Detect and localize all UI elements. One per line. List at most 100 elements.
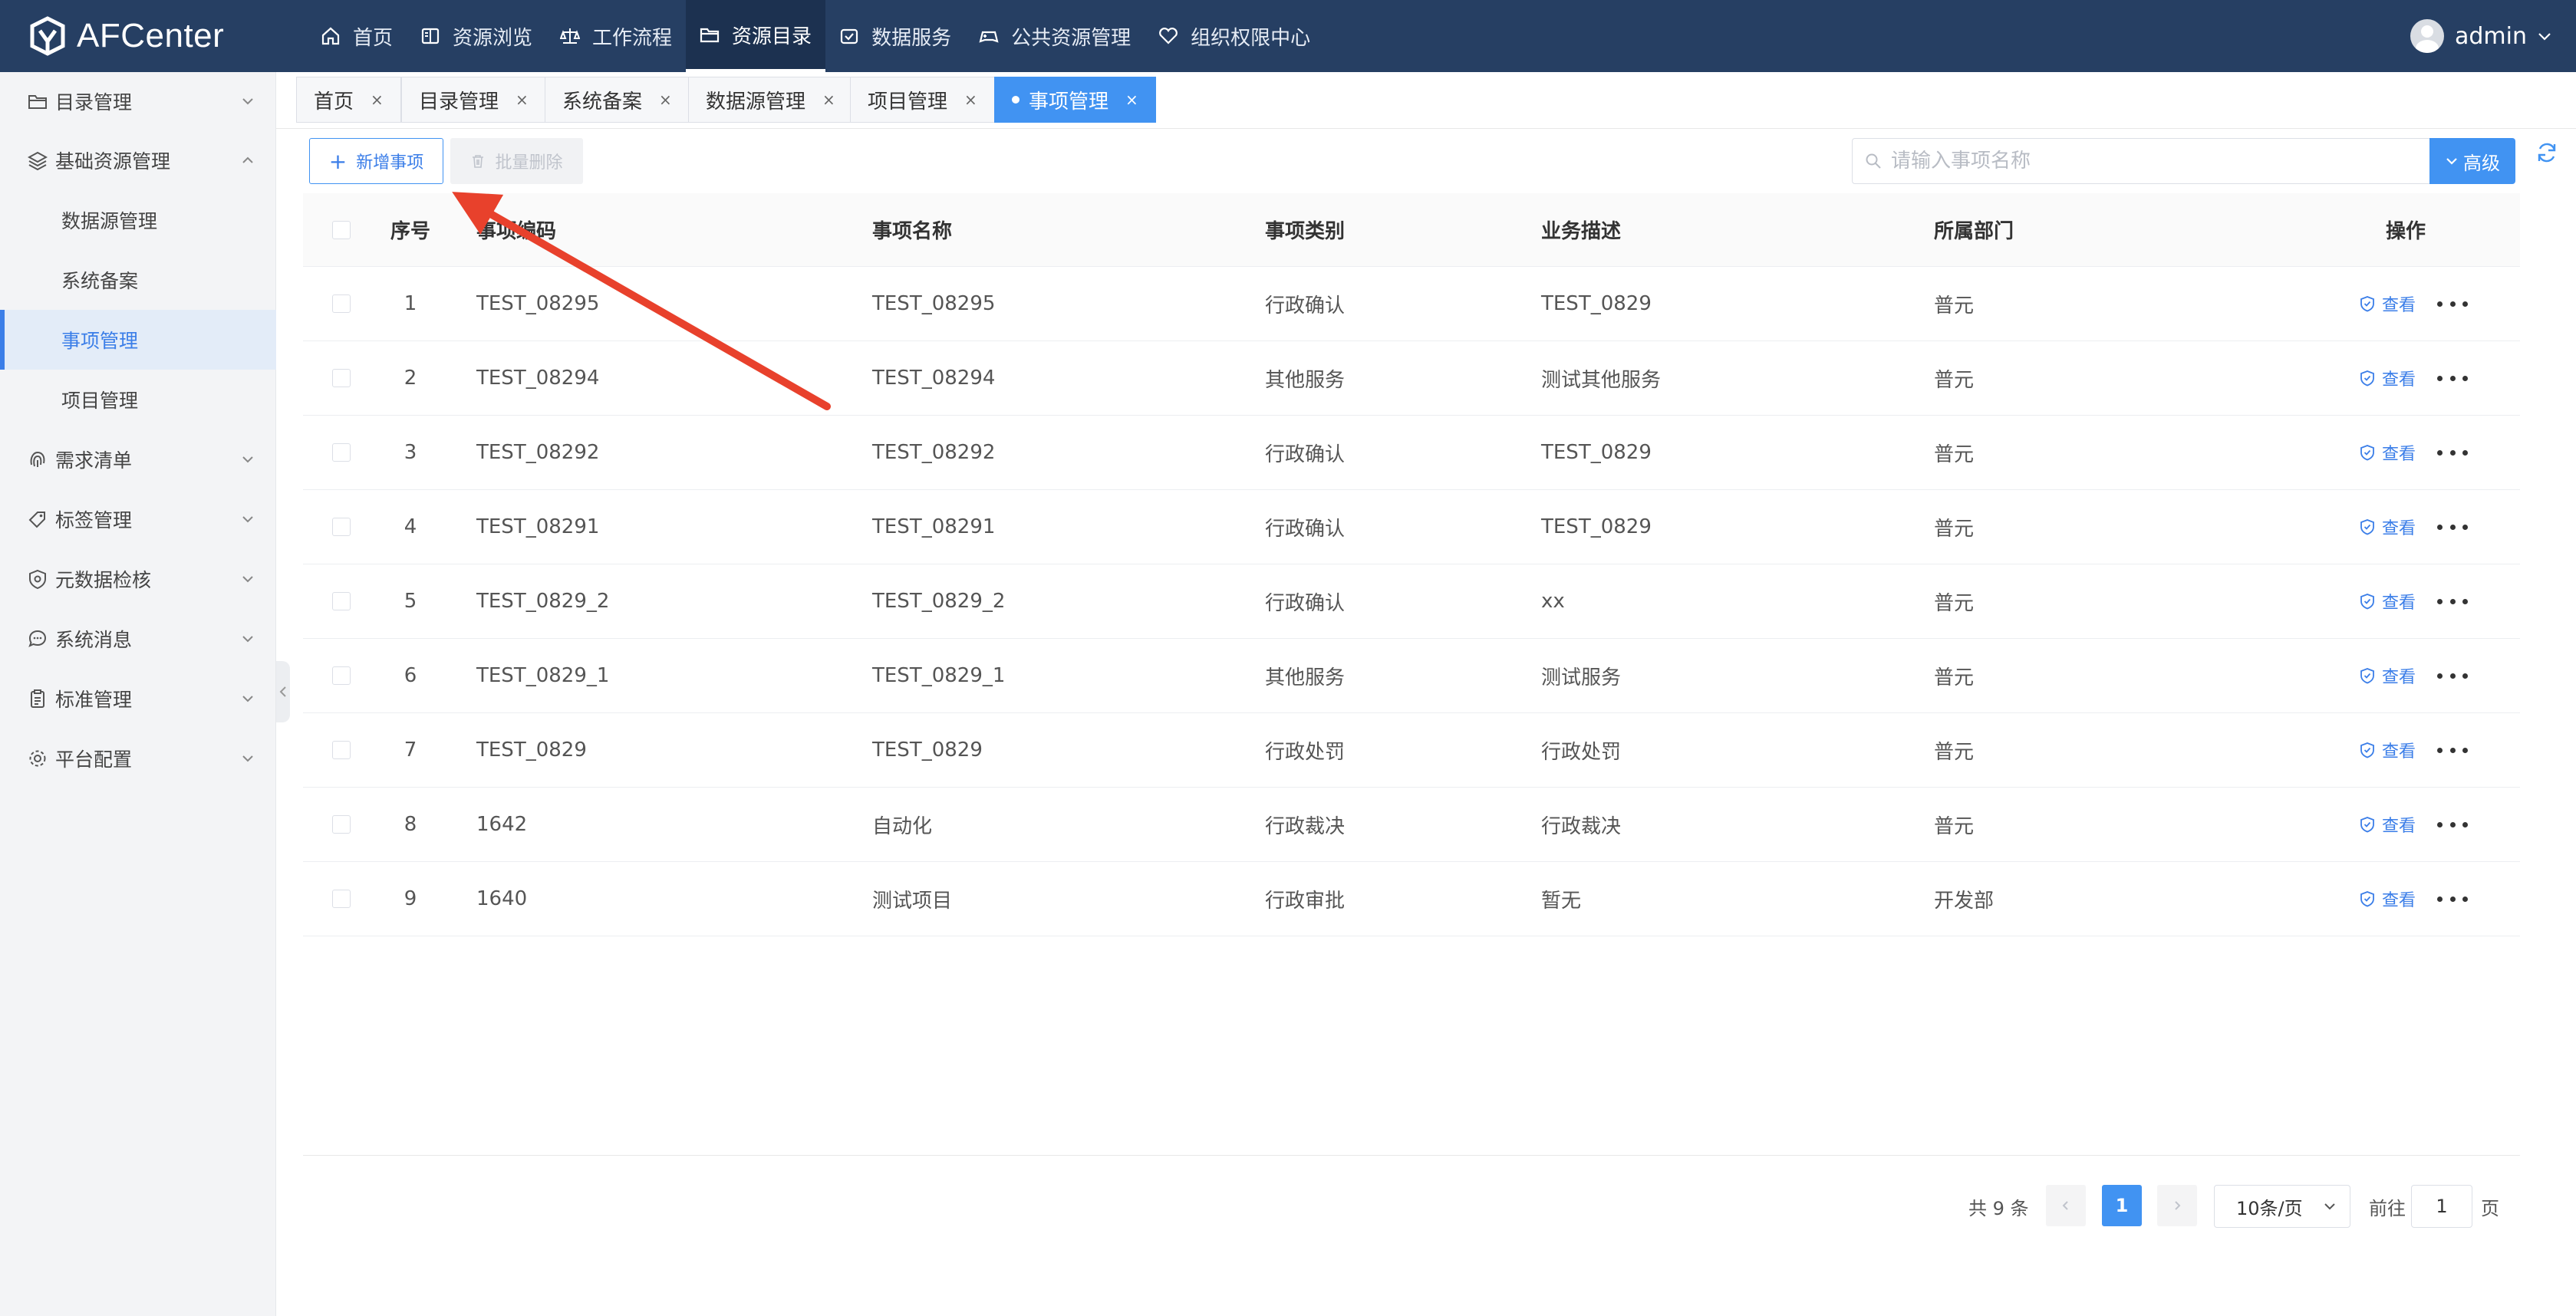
- view-button[interactable]: 查看: [2359, 440, 2416, 465]
- sidebar-item-catalog-management[interactable]: 目录管理: [0, 72, 276, 130]
- tab-matter-management[interactable]: 事项管理 ×: [994, 77, 1156, 123]
- cell-code: TEST_08294: [476, 367, 600, 390]
- column-header-department: 所属部门: [1934, 220, 2014, 243]
- more-actions-icon[interactable]: [2437, 522, 2469, 531]
- more-actions-icon[interactable]: [2437, 299, 2469, 308]
- sidebar-item-tag-management[interactable]: 标签管理: [0, 489, 276, 549]
- view-button[interactable]: 查看: [2359, 366, 2416, 390]
- view-label: 查看: [2382, 296, 2416, 315]
- row-select-cell: [332, 341, 351, 415]
- column-header-type: 事项类别: [1265, 220, 1346, 243]
- sidebar-item-platform-config[interactable]: 平台配置: [0, 729, 276, 788]
- view-button[interactable]: 查看: [2359, 589, 2416, 614]
- more-actions-icon[interactable]: [2437, 373, 2469, 383]
- page-number-current[interactable]: 1: [2102, 1185, 2142, 1226]
- add-matter-button[interactable]: + 新增事项: [309, 138, 443, 184]
- cell-operation: 查看: [2359, 639, 2469, 712]
- goto-page-input[interactable]: [2411, 1185, 2472, 1228]
- nav-item-label: 资源目录: [732, 25, 812, 48]
- view-button[interactable]: 查看: [2359, 738, 2416, 762]
- sidebar-item-label: 标准管理: [55, 689, 133, 711]
- advanced-search-button[interactable]: 高级: [2429, 138, 2515, 184]
- table-row: 6 TEST_0829_1 TEST_0829_1 其他服务 测试服务 普元 查看: [303, 639, 2520, 713]
- view-button[interactable]: 查看: [2359, 663, 2416, 688]
- cell-department: 普元: [1934, 740, 1975, 764]
- row-checkbox[interactable]: [332, 741, 351, 759]
- app-logo[interactable]: AFCenter: [0, 0, 276, 72]
- batch-delete-button[interactable]: 批量删除: [450, 138, 583, 184]
- more-actions-icon[interactable]: [2437, 894, 2469, 903]
- view-button[interactable]: 查看: [2359, 291, 2416, 316]
- sidebar-item-project-management[interactable]: 项目管理: [0, 370, 276, 429]
- sidebar-item-matter-management[interactable]: 事项管理: [0, 310, 276, 370]
- nav-item-workflow[interactable]: 工作流程: [546, 0, 686, 72]
- sidebar-item-basic-resource-management[interactable]: 基础资源管理: [0, 130, 276, 190]
- close-icon[interactable]: ×: [516, 90, 529, 109]
- nav-item-public-resource[interactable]: 公共资源管理: [965, 0, 1145, 72]
- sidebar-item-system-filing[interactable]: 系统备案: [0, 250, 276, 310]
- cell-name: TEST_0829: [872, 739, 983, 762]
- nav-item-home[interactable]: 首页: [307, 0, 407, 72]
- tab-system-filing[interactable]: 系统备案 ×: [545, 77, 690, 123]
- search-input[interactable]: [1891, 150, 2413, 173]
- sidebar-item-standard-management[interactable]: 标准管理: [0, 669, 276, 729]
- row-checkbox[interactable]: [332, 443, 351, 462]
- cell-operation: 查看: [2359, 416, 2469, 489]
- cell-name: TEST_08294: [872, 367, 996, 390]
- nav-item-resource-catalog[interactable]: 资源目录: [686, 0, 826, 72]
- row-checkbox[interactable]: [332, 369, 351, 387]
- close-icon[interactable]: ×: [371, 90, 384, 109]
- close-icon[interactable]: ×: [964, 90, 977, 109]
- nav-item-label: 数据服务: [871, 26, 952, 50]
- sidebar-item-metadata-check[interactable]: 元数据检核: [0, 549, 276, 609]
- view-button[interactable]: 查看: [2359, 812, 2416, 837]
- more-actions-icon[interactable]: [2437, 820, 2469, 829]
- nav-item-resource-browse[interactable]: 资源浏览: [407, 0, 546, 72]
- cell-description: 测试服务: [1541, 666, 1622, 689]
- tab-home[interactable]: 首页 ×: [296, 77, 401, 123]
- nav-item-label: 工作流程: [592, 26, 673, 50]
- close-icon[interactable]: ×: [659, 90, 672, 109]
- nav-item-data-service[interactable]: 数据服务: [825, 0, 965, 72]
- sidebar-item-datasource-management[interactable]: 数据源管理: [0, 190, 276, 250]
- sidebar-item-label: 事项管理: [61, 330, 139, 352]
- cell-type: 行政裁决: [1265, 814, 1346, 838]
- row-checkbox[interactable]: [332, 666, 351, 685]
- refresh-icon[interactable]: [2535, 141, 2558, 164]
- folder-icon: [28, 95, 47, 109]
- row-checkbox[interactable]: [332, 815, 351, 834]
- select-all-checkbox[interactable]: [332, 220, 351, 239]
- tab-catalog-management[interactable]: 目录管理 ×: [401, 77, 546, 123]
- sidebar-item-label: 项目管理: [61, 390, 139, 412]
- tab-label: 数据源管理: [706, 90, 806, 114]
- cell-operation: 查看: [2359, 862, 2469, 936]
- sidebar-item-requirement-list[interactable]: 需求清单: [0, 429, 276, 489]
- sidebar-item-system-message[interactable]: 系统消息: [0, 609, 276, 669]
- more-actions-icon[interactable]: [2437, 671, 2469, 680]
- view-button[interactable]: 查看: [2359, 515, 2416, 539]
- top-navigation-bar: AFCenter 首页 资源浏览 工作流程 资源目录 数据服务 公共资源管理 组…: [0, 0, 2576, 72]
- more-actions-icon[interactable]: [2437, 745, 2469, 755]
- chevron-down-icon: [2446, 158, 2457, 165]
- row-checkbox[interactable]: [332, 592, 351, 610]
- user-menu[interactable]: admin: [2410, 0, 2553, 72]
- row-checkbox[interactable]: [332, 890, 351, 908]
- sidebar-collapse-handle[interactable]: [276, 661, 290, 722]
- close-icon[interactable]: ×: [1125, 90, 1138, 109]
- tab-project-management[interactable]: 项目管理 ×: [850, 77, 995, 123]
- next-page-button[interactable]: [2157, 1185, 2197, 1226]
- row-checkbox[interactable]: [332, 518, 351, 536]
- more-actions-icon[interactable]: [2437, 448, 2469, 457]
- prev-page-button[interactable]: [2046, 1185, 2086, 1226]
- row-checkbox[interactable]: [332, 294, 351, 313]
- more-actions-icon[interactable]: [2437, 597, 2469, 606]
- tab-datasource-management[interactable]: 数据源管理 ×: [688, 77, 853, 123]
- page-size-select[interactable]: 10条/页: [2214, 1185, 2350, 1228]
- close-icon[interactable]: ×: [822, 90, 835, 109]
- view-button[interactable]: 查看: [2359, 887, 2416, 911]
- pagination-divider: [303, 1155, 2520, 1156]
- nav-item-org-permission[interactable]: 组织权限中心: [1145, 0, 1324, 72]
- cell-description: 行政裁决: [1541, 814, 1622, 838]
- column-header-no: 序号: [390, 220, 430, 243]
- cell-operation: 查看: [2359, 267, 2469, 341]
